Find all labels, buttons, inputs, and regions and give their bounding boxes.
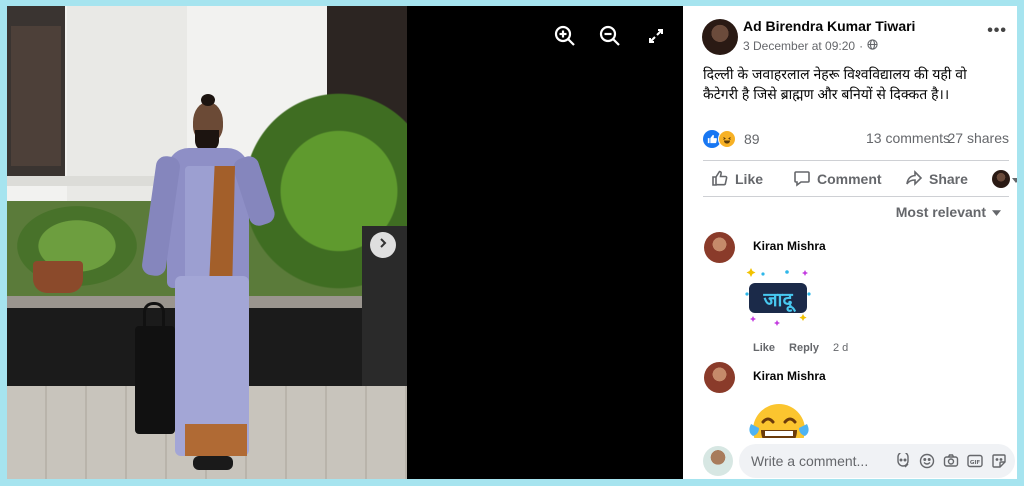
comments-count[interactable]: 13 comments [866,130,950,146]
next-photo-button[interactable] [370,232,396,258]
comment-like-button[interactable]: Like [753,342,775,354]
comment-label: Comment [817,171,882,187]
like-label: Like [735,171,764,187]
svg-text:GIF: GIF [970,460,981,466]
zoom-in-icon[interactable] [553,24,577,48]
divider [703,196,1009,197]
sort-label: Most relevant [895,204,986,220]
post-photo[interactable] [7,6,407,479]
comment-reply-button[interactable]: Reply [789,342,819,354]
reaction-summary: 89 13 comments 27 shares [703,130,1009,150]
post-author[interactable]: Ad Birendra Kumar Tiwari [743,18,915,34]
sticker-text: जादू [762,289,796,313]
commenter-name[interactable]: Kiran Mishra [753,239,826,253]
jadoo-sticker: जादू [743,264,813,332]
divider [703,160,1009,161]
emoji-icon[interactable] [919,453,935,469]
commenter-avatar[interactable] [704,232,735,263]
commenter-name[interactable]: Kiran Mishra [753,369,826,383]
comment-actions: Like Reply 2 d [753,342,848,354]
comment-bubble-icon [793,169,811,190]
sticker-icon[interactable] [991,453,1007,469]
chevron-right-icon [377,236,389,254]
comment-composer: GIF [739,444,1015,478]
avatar-sticker-icon[interactable] [895,451,911,469]
thumbs-up-icon [711,169,729,190]
photo-viewer-window: Ad Birendra Kumar Tiwari 3 December at 0… [7,6,1017,479]
composer-tools: GIF [895,451,1007,469]
share-label: Share [929,171,968,187]
expand-icon[interactable] [647,27,665,45]
author-avatar[interactable] [702,19,738,55]
share-arrow-icon [905,169,923,190]
camera-icon[interactable] [943,453,959,469]
current-user-avatar[interactable] [703,446,733,476]
laughing-tears-emoji [745,398,813,438]
media-viewer [7,6,683,479]
reaction-count-button[interactable]: 89 [703,130,760,148]
caret-down-icon [1012,171,1017,187]
post-panel: Ad Birendra Kumar Tiwari 3 December at 0… [683,6,1017,479]
more-options-button[interactable]: ••• [987,22,1007,40]
commenter-avatar[interactable] [704,362,735,393]
share-button[interactable]: Share [905,168,968,190]
caret-down-icon [992,204,1001,220]
post-date[interactable]: 3 December at 09:20 [743,39,855,53]
like-button[interactable]: Like [711,168,763,190]
gif-icon[interactable]: GIF [967,453,983,469]
comment-input[interactable] [751,453,881,469]
post-meta: 3 December at 09:20 · [743,39,878,53]
profile-avatar-small [992,170,1010,188]
reaction-profile-selector[interactable] [992,168,1017,190]
post-text: दिल्ली के जवाहरलाल नेहरू विश्वविद्यालय क… [703,66,967,102]
zoom-out-icon[interactable] [598,24,622,48]
comment-time[interactable]: 2 d [833,342,848,354]
reaction-count: 89 [744,131,760,147]
comment-sort-dropdown[interactable]: Most relevant [896,204,1001,220]
shares-count[interactable]: 27 shares [948,130,1009,146]
haha-reaction-icon [718,130,736,148]
globe-icon [867,39,878,53]
comment-button[interactable]: Comment [793,168,882,190]
